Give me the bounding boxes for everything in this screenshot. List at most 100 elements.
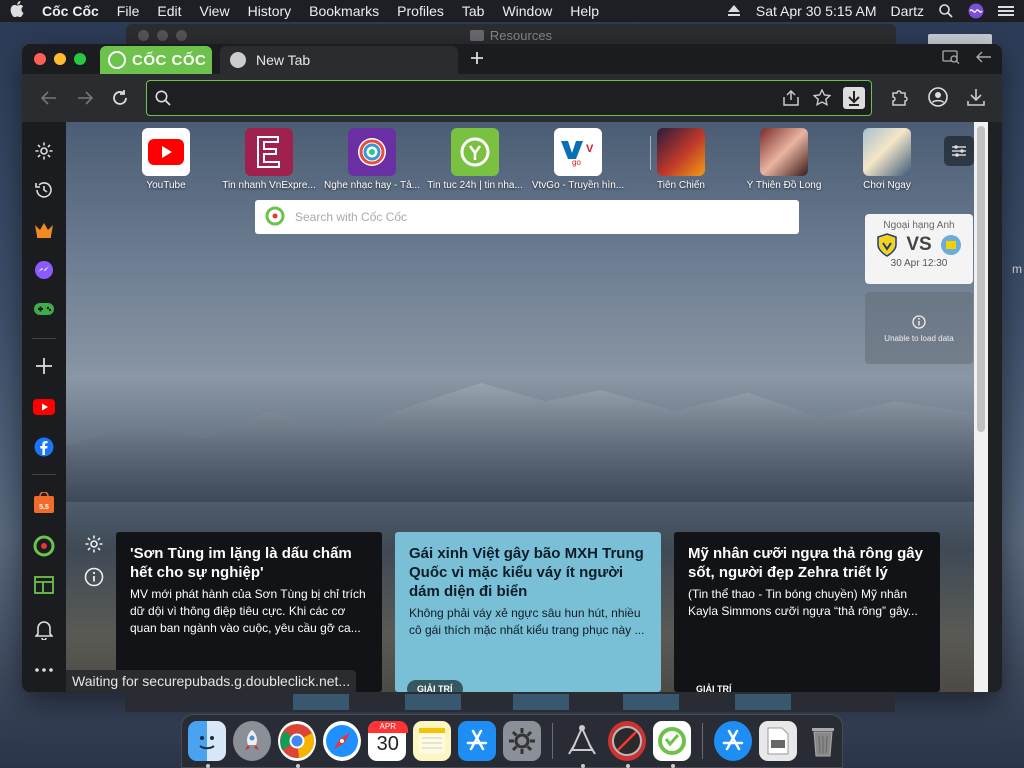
document-stack-icon[interactable] [759, 721, 798, 761]
bookmark-star-icon[interactable] [812, 88, 832, 112]
instruments-icon[interactable] [608, 721, 647, 768]
eject-icon[interactable] [726, 3, 742, 19]
info-icon [865, 315, 973, 331]
extensions-puzzle-icon[interactable] [890, 87, 910, 112]
sidebar-shopping-icon[interactable]: 5.5 [33, 492, 55, 514]
coccoc-dock-icon[interactable] [653, 721, 692, 768]
system-preferences-gear-icon[interactable] [502, 721, 541, 761]
profile-avatar-icon[interactable] [928, 87, 948, 112]
menu-window[interactable]: Window [502, 3, 552, 19]
tile-label: Tiên Chiến [657, 180, 705, 191]
zoom-window-button[interactable] [74, 53, 86, 65]
browser-window: CỐC CỐC New Tab 5.5 YouTube Tin nhanh Vn… [22, 44, 1002, 692]
menu-profiles[interactable]: Profiles [397, 3, 444, 19]
tile-game-tienchien[interactable]: Tiên Chiến [626, 128, 736, 191]
background-text: m [1012, 262, 1022, 276]
sidebar-messenger-icon[interactable] [33, 259, 55, 281]
sidebar-news-icon[interactable] [33, 574, 55, 596]
back-arrow-icon[interactable] [976, 50, 992, 69]
siri-icon[interactable] [968, 3, 984, 19]
minimize-window-button[interactable] [54, 53, 66, 65]
control-center-icon[interactable] [998, 3, 1014, 19]
sidebar-settings-gear-icon[interactable] [33, 140, 55, 162]
launchpad-rocket-icon[interactable] [232, 721, 271, 761]
tile-music[interactable]: Nghe nhạc hay - Tả... [317, 128, 427, 191]
menu-help[interactable]: Help [570, 3, 599, 19]
game-tienchien-icon [657, 128, 705, 176]
calendar-day: 30 [376, 733, 399, 755]
news-card[interactable]: 'Sơn Tùng im lặng là dấu chấm hết cho sự… [116, 532, 382, 692]
sidebar-add-plus-icon[interactable] [33, 355, 55, 377]
menu-tab[interactable]: Tab [462, 3, 485, 19]
sidebar-history-icon[interactable] [33, 179, 55, 201]
menu-app-name[interactable]: Cốc Cốc [42, 3, 99, 19]
notes-icon[interactable] [412, 721, 451, 761]
tile-label: Tin nhanh VnExpre... [222, 180, 316, 191]
svg-text:go: go [572, 158, 581, 167]
calendar-icon[interactable]: APR 30 [367, 721, 408, 761]
safari-compass-icon[interactable] [322, 721, 361, 761]
sidebar-bell-icon[interactable] [33, 619, 55, 641]
news-category-badge[interactable]: GIẢI TRÍ [407, 680, 463, 692]
menu-bar: Cốc Cốc File Edit View History Bookmarks… [0, 0, 1024, 22]
coccoc-logo-icon [108, 51, 126, 69]
folder-icon [469, 29, 484, 41]
spotlight-search-icon[interactable] [938, 3, 954, 19]
share-icon[interactable] [781, 89, 801, 112]
menu-view[interactable]: View [199, 3, 229, 19]
news-title: Gái xinh Việt gây bão MXH Trung Quốc vì … [409, 545, 644, 600]
football-match-card[interactable]: Ngoại hạng Anh VS 30 Apr 12:30 [865, 214, 973, 284]
tile-youtube[interactable]: YouTube [111, 128, 221, 191]
tab-coccoc-home[interactable]: CỐC CỐC [100, 46, 212, 74]
coccoc-search-logo-icon [265, 206, 285, 229]
tab-search-icon[interactable] [942, 50, 960, 69]
forward-button[interactable] [74, 87, 96, 109]
apple-icon[interactable] [10, 1, 24, 21]
news-settings-gear-icon[interactable] [84, 534, 104, 559]
download-video-icon[interactable] [843, 87, 865, 114]
sidebar-crown-icon[interactable] [33, 219, 55, 241]
background-window-titlebar[interactable]: Resources [126, 24, 896, 46]
tile-game-choingay[interactable]: Chơi Ngay [832, 128, 942, 191]
menu-user[interactable]: Dartz [891, 3, 924, 19]
back-button[interactable] [38, 87, 60, 109]
sidebar-youtube-icon[interactable] [33, 396, 55, 418]
sidebar-coccoc-green-icon[interactable] [33, 535, 55, 557]
match-league: Ngoại hạng Anh [883, 220, 955, 231]
menu-bookmarks[interactable]: Bookmarks [309, 3, 379, 19]
svg-text:V: V [586, 143, 594, 155]
app-store-icon[interactable] [457, 721, 496, 761]
sidebar-more-icon[interactable] [33, 659, 55, 681]
page-scrollbar[interactable] [974, 122, 988, 692]
reload-button[interactable] [109, 87, 131, 109]
news-info-icon[interactable] [84, 567, 104, 592]
chrome-icon[interactable] [277, 721, 316, 768]
menu-file[interactable]: File [117, 3, 140, 19]
menu-clock[interactable]: Sat Apr 30 5:15 AM [756, 3, 877, 19]
tile-news24h[interactable]: Tin tuc 24h | tin nha... [420, 128, 530, 191]
news-category-badge[interactable]: GIẢI TRÍ [686, 680, 742, 692]
customize-sliders-button[interactable] [944, 136, 974, 166]
sidebar-gamepad-icon[interactable] [33, 298, 55, 320]
menu-edit[interactable]: Edit [157, 3, 181, 19]
app-store-downloads-icon[interactable] [714, 721, 753, 761]
trash-icon[interactable] [804, 721, 842, 761]
tile-vnexpress[interactable]: Tin nhanh VnExpre... [214, 128, 324, 191]
downloads-icon[interactable] [966, 87, 986, 112]
vtvgo-icon: Vgo [554, 128, 602, 176]
network-tool-icon[interactable] [563, 721, 601, 768]
news-summary: Không phải váy xẻ ngực sâu hun hút, nhiề… [409, 606, 645, 637]
tile-game-ythien[interactable]: Ỷ Thiên Đồ Long [729, 128, 839, 191]
coccoc-search-input[interactable]: Search with Cốc Cốc [255, 200, 799, 234]
menu-history[interactable]: History [248, 3, 292, 19]
address-bar[interactable] [146, 80, 872, 116]
news-card[interactable]: Mỹ nhân cưỡi ngựa thả rông gây sốt, ngườ… [674, 532, 940, 692]
new-tab-plus-icon[interactable] [466, 48, 488, 71]
finder-icon[interactable] [188, 721, 226, 768]
scrollbar-thumb[interactable] [977, 126, 985, 432]
sidebar-facebook-icon[interactable] [33, 436, 55, 458]
tile-vtvgo[interactable]: Vgo VtvGo - Truyền hìn... [523, 128, 633, 191]
news-card[interactable]: Gái xinh Việt gây bão MXH Trung Quốc vì … [395, 532, 661, 692]
close-window-button[interactable] [34, 53, 46, 65]
tab-new-tab[interactable]: New Tab [220, 46, 458, 74]
